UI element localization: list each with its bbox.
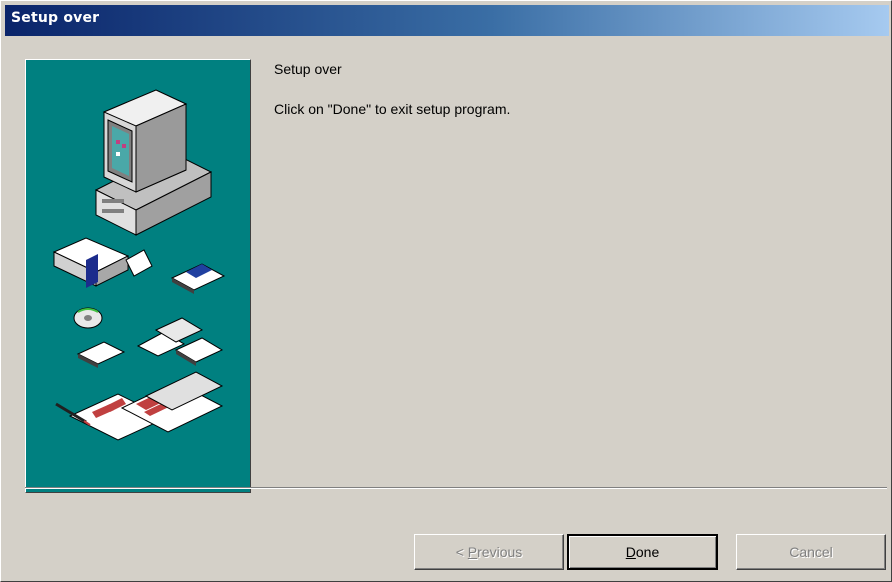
software-box-icon xyxy=(52,237,153,288)
previous-button[interactable]: < Previous xyxy=(414,534,564,570)
previous-prefix: < xyxy=(455,544,468,560)
computer-icon xyxy=(94,89,213,236)
window-title: Setup over xyxy=(11,10,100,26)
title-bar[interactable]: Setup over xyxy=(5,5,889,36)
done-label-rest: one xyxy=(635,544,660,560)
setup-illustration xyxy=(52,89,226,441)
cancel-label: Cancel xyxy=(789,544,833,560)
instruction-text: Click on "Done" to exit setup program. xyxy=(274,101,511,117)
cd-rom-icon xyxy=(73,307,103,329)
floppy-disk-icon xyxy=(170,263,226,294)
setup-illustration-panel xyxy=(25,59,251,493)
done-mnemonic: D xyxy=(625,544,636,560)
floppy-disk-icon xyxy=(76,317,224,368)
previous-mnemonic: P xyxy=(467,544,478,560)
separator xyxy=(25,487,887,489)
done-button[interactable]: Done xyxy=(567,534,718,570)
cancel-button[interactable]: Cancel xyxy=(736,534,886,570)
documents-icon xyxy=(68,371,224,441)
page-heading: Setup over xyxy=(274,61,342,77)
previous-label-rest: revious xyxy=(477,544,523,560)
setup-dialog: Setup over Setup over Click on "Done" to… xyxy=(0,0,892,582)
